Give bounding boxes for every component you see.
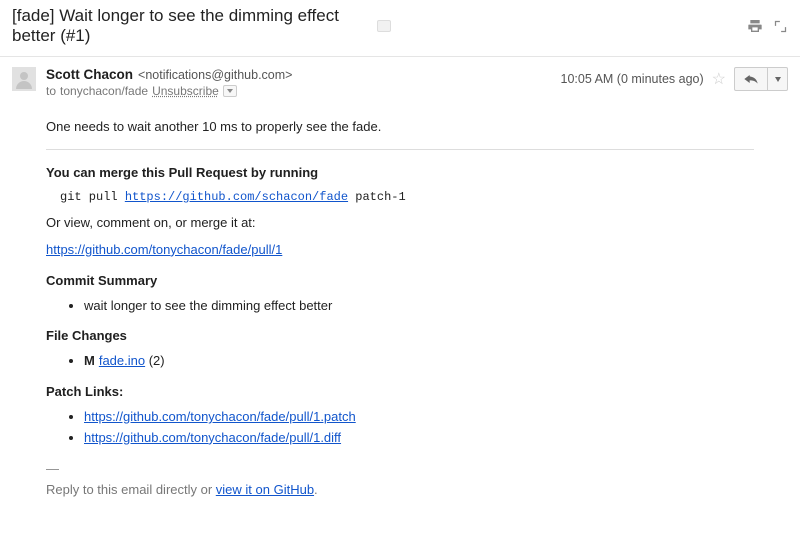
commit-summary-heading: Commit Summary xyxy=(46,272,754,291)
git-command: git pull https://github.com/schacon/fade… xyxy=(60,189,754,206)
cmd-repo-link[interactable]: https://github.com/schacon/fade xyxy=(125,190,348,204)
reply-button[interactable] xyxy=(734,67,768,91)
commit-item: wait longer to see the dimming effect be… xyxy=(84,297,754,316)
details-dropdown-icon[interactable] xyxy=(223,85,237,97)
footer-line: Reply to this email directly or view it … xyxy=(46,481,754,500)
more-actions-dropdown[interactable] xyxy=(768,67,788,91)
signature-dash: — xyxy=(46,460,754,479)
list-item: https://github.com/tonychacon/fade/pull/… xyxy=(84,408,754,427)
or-view-text: Or view, comment on, or merge it at: xyxy=(46,214,754,233)
pull-request-link[interactable]: https://github.com/tonychacon/fade/pull/… xyxy=(46,242,282,257)
subject-bar: [fade] Wait longer to see the dimming ef… xyxy=(0,0,800,57)
to-recipient: tonychacon/fade xyxy=(60,84,148,98)
cmd-prefix: git pull xyxy=(60,190,125,204)
file-changes-heading: File Changes xyxy=(46,327,754,346)
intro-text: One needs to wait another 10 ms to prope… xyxy=(46,118,754,137)
print-icon[interactable] xyxy=(747,18,763,34)
to-label: to xyxy=(46,84,56,98)
diff-link[interactable]: https://github.com/tonychacon/fade/pull/… xyxy=(84,430,341,445)
patch-link[interactable]: https://github.com/tonychacon/fade/pull/… xyxy=(84,409,356,424)
file-change-item: Mfade.ino (2) xyxy=(84,352,754,371)
timestamp: 10:05 AM (0 minutes ago) xyxy=(561,72,704,86)
file-link[interactable]: fade.ino xyxy=(99,353,145,368)
footer-prefix: Reply to this email directly or xyxy=(46,482,216,497)
view-on-github-link[interactable]: view it on GitHub xyxy=(216,482,314,497)
sender-email: <notifications@github.com> xyxy=(138,68,292,82)
sender-avatar xyxy=(12,67,36,91)
email-subject: [fade] Wait longer to see the dimming ef… xyxy=(12,6,369,46)
label-chip-icon[interactable] xyxy=(377,20,391,32)
list-item: https://github.com/tonychacon/fade/pull/… xyxy=(84,429,754,448)
expand-icon[interactable] xyxy=(773,18,788,34)
merge-heading: You can merge this Pull Request by runni… xyxy=(46,164,754,183)
separator xyxy=(46,149,754,150)
file-change-count: (2) xyxy=(145,353,165,368)
unsubscribe-link[interactable]: Unsubscribe xyxy=(152,84,219,98)
footer-suffix: . xyxy=(314,482,318,497)
email-body: One needs to wait another 10 ms to prope… xyxy=(0,108,800,513)
patch-links-heading: Patch Links: xyxy=(46,383,754,402)
message-header: Scott Chacon <notifications@github.com> … xyxy=(0,57,800,108)
star-icon[interactable]: ☆ xyxy=(712,69,726,89)
sender-name: Scott Chacon xyxy=(46,67,133,82)
cmd-suffix: patch-1 xyxy=(348,190,406,204)
file-status-letter: M xyxy=(84,353,95,368)
